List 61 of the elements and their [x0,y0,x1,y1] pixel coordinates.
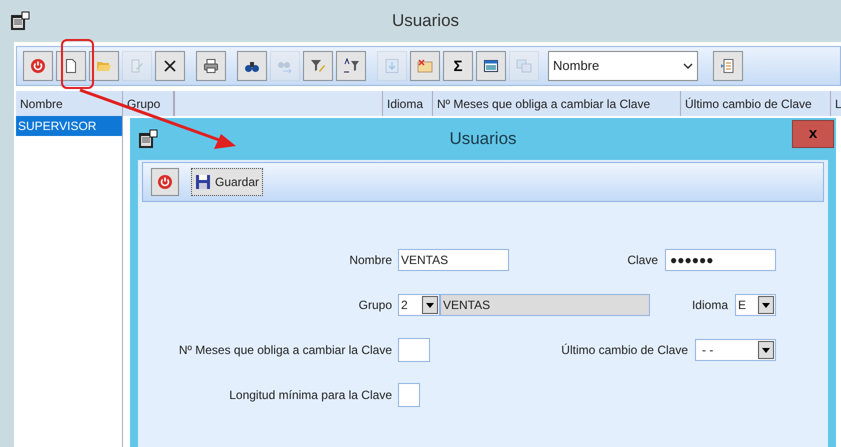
toolbar-button[interactable] [196,51,226,81]
dropdown-caret-icon [426,302,434,308]
document-icon [63,58,79,74]
window-title: Usuarios [392,10,460,32]
power-icon [30,58,46,74]
dropdown-value: E [738,297,746,314]
copy-windows-icon [516,58,532,74]
table-cell-text: SUPERVISOR [18,118,96,135]
date-dropdown[interactable]: - - [695,339,776,361]
field-label: Longitud mínima para la Clave [228,387,393,404]
app-icon [138,129,158,149]
toolbar-button[interactable] [155,51,185,81]
table-row[interactable]: SUPERVISOR [16,116,122,136]
dropdown-value: - - [702,342,714,359]
power-icon [157,174,173,190]
export-button[interactable] [713,51,743,81]
app-icon [10,11,30,31]
group-name-field: VENTAS [440,294,650,316]
field-label: Grupo [358,297,393,314]
download-icon [384,58,400,74]
save-button[interactable]: Guardar [191,168,264,196]
column-header[interactable]: L [831,91,841,116]
name-field[interactable]: VENTAS [398,249,509,271]
dropdown-value: 2 [401,297,408,314]
field-label: Nombre [348,252,393,269]
column-header[interactable]: Idioma [383,91,433,116]
toolbar-button[interactable]: Σ [443,51,473,81]
dropdown-caret-icon [762,348,770,352]
filter-pencil-icon [310,58,326,74]
language-dropdown[interactable]: E [735,294,776,316]
window-icon [483,58,499,74]
toolbar-button[interactable] [476,51,506,81]
pencil-document-icon [129,58,145,74]
column-header[interactable]: Nº Meses que obliga a cambiar la Clave [433,91,681,116]
close-button[interactable]: x [792,120,834,148]
chevron-down-icon [683,63,693,69]
document-arrow-icon [720,58,736,74]
search-dropdown[interactable]: Nombre [548,51,698,81]
sort-filter-icon [343,58,359,74]
dropdown-caret-icon [762,302,770,308]
close-icon [162,58,178,74]
power-button[interactable] [151,168,179,196]
sigma-symbol: Σ [453,58,462,74]
toolbar-button[interactable] [56,51,86,81]
highlight-rectangle [61,39,94,89]
min-length-field[interactable] [398,383,420,407]
dropdown-value: Nombre [553,57,600,76]
toolbar-button[interactable] [237,51,267,81]
toolbar-button[interactable] [336,51,366,81]
field-label: Último cambio de Clave [561,342,689,359]
envelope-x-icon [417,58,433,74]
field-label: Clave [627,252,659,269]
printer-icon [203,58,219,74]
group-code-dropdown[interactable]: 2 [398,294,440,316]
column-header[interactable]: Último cambio de Clave [681,91,831,116]
dialog-title: Usuarios [449,128,517,150]
field-label: Idioma [692,297,729,314]
field-label: Nº Meses que obliga a cambiar la Clave [178,342,393,359]
password-field[interactable]: ●●●●●● [665,249,776,271]
months-field[interactable] [398,338,430,362]
toolbar-button[interactable] [303,51,333,81]
